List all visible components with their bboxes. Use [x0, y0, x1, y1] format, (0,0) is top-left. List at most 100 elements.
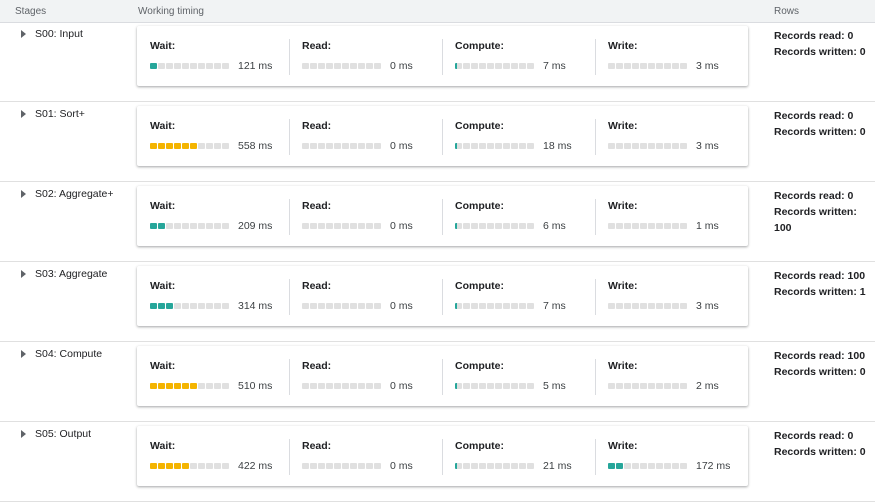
- progress-segment: [471, 383, 478, 389]
- progress-segment: [664, 143, 671, 149]
- progress-segment: [182, 463, 189, 469]
- progress-segment: [503, 63, 510, 69]
- metric-value: 0 ms: [390, 60, 413, 72]
- stage-expand-toggle[interactable]: S01: Sort+: [21, 108, 85, 120]
- stage-name: S04: Compute: [35, 348, 103, 360]
- metric-value: 510 ms: [238, 380, 273, 392]
- progress-bar: [150, 303, 229, 309]
- progress-segment: [479, 63, 486, 69]
- metric-value: 2 ms: [696, 380, 719, 392]
- progress-segment: [166, 223, 173, 229]
- progress-bar: [455, 223, 534, 229]
- progress-segment: [366, 143, 373, 149]
- stage-expand-toggle[interactable]: S04: Compute: [21, 348, 102, 360]
- progress-segment: [334, 463, 341, 469]
- progress-segment: [206, 223, 213, 229]
- progress-segment: [150, 143, 157, 149]
- progress-segment: [664, 63, 671, 69]
- metric-label: Compute:: [455, 440, 504, 452]
- progress-bar: [150, 63, 229, 69]
- progress-segment: [166, 63, 173, 69]
- progress-segment: [326, 463, 333, 469]
- timing-metric: Write: 3 ms: [595, 106, 747, 166]
- progress-segment: [190, 383, 197, 389]
- progress-bar: [455, 63, 534, 69]
- stage-expand-toggle[interactable]: S05: Output: [21, 428, 91, 440]
- progress-segment: [455, 303, 462, 309]
- metric-value: 3 ms: [696, 140, 719, 152]
- stages-column-header: Stages: [15, 6, 47, 17]
- progress-segment: [214, 223, 221, 229]
- stage-expand-toggle[interactable]: S02: Aggregate+: [21, 188, 114, 200]
- metric-label: Read:: [302, 40, 332, 52]
- metric-value: 172 ms: [696, 460, 731, 472]
- metric-label: Write:: [608, 40, 638, 52]
- progress-bar: [302, 303, 381, 309]
- timing-card: Wait: 510 ms Read: 0 ms Compute: 5 ms Write: 2 …: [137, 346, 748, 406]
- metric-label: Read:: [302, 200, 332, 212]
- progress-segment: [664, 383, 671, 389]
- metric-label: Write:: [608, 360, 638, 372]
- progress-segment: [166, 463, 173, 469]
- progress-segment: [158, 383, 165, 389]
- timing-metric: Write: 1 ms: [595, 186, 747, 246]
- progress-segment: [487, 63, 494, 69]
- stage-row: S02: Aggregate+ Wait: 209 ms Read: 0 ms Compu…: [0, 183, 875, 262]
- progress-segment: [214, 463, 221, 469]
- progress-segment: [632, 303, 639, 309]
- progress-segment: [318, 383, 325, 389]
- progress-segment: [374, 383, 381, 389]
- progress-segment: [158, 463, 165, 469]
- records-read: Records read: 0: [774, 190, 854, 202]
- progress-segment: [511, 63, 518, 69]
- progress-bar: [608, 63, 687, 69]
- progress-segment: [640, 303, 647, 309]
- metric-value: 209 ms: [238, 220, 273, 232]
- stage-expand-toggle[interactable]: S03: Aggregate: [21, 268, 107, 280]
- caret-right-icon: [21, 110, 26, 118]
- progress-segment: [150, 223, 157, 229]
- progress-bar: [455, 303, 534, 309]
- progress-segment: [479, 143, 486, 149]
- progress-bar: [150, 383, 229, 389]
- progress-segment: [302, 383, 309, 389]
- progress-segment: [519, 463, 526, 469]
- timing-card: Wait: 422 ms Read: 0 ms Compute: 21 ms Write: 1…: [137, 426, 748, 486]
- timing-metric: Read: 0 ms: [289, 426, 441, 486]
- progress-segment: [214, 383, 221, 389]
- stage-row: S01: Sort+ Wait: 558 ms Read: 0 ms Compute: 18…: [0, 103, 875, 182]
- stage-row: S05: Output Wait: 422 ms Read: 0 ms Compute: 2…: [0, 423, 875, 502]
- timing-metric: Wait: 209 ms: [137, 186, 289, 246]
- progress-bar: [150, 143, 229, 149]
- progress-segment: [326, 143, 333, 149]
- progress-segment: [495, 303, 502, 309]
- timing-card: Wait: 209 ms Read: 0 ms Compute: 6 ms Write: 1 …: [137, 186, 748, 246]
- progress-segment: [656, 383, 663, 389]
- progress-segment: [616, 463, 623, 469]
- progress-segment: [190, 303, 197, 309]
- progress-segment: [680, 463, 687, 469]
- metric-label: Write:: [608, 200, 638, 212]
- progress-segment: [487, 303, 494, 309]
- progress-segment: [222, 223, 229, 229]
- progress-segment: [174, 463, 181, 469]
- metric-label: Wait:: [150, 200, 176, 212]
- progress-segment: [624, 463, 631, 469]
- progress-bar: [302, 463, 381, 469]
- progress-segment: [350, 143, 357, 149]
- records-written: Records written: 0: [774, 126, 866, 138]
- stage-expand-toggle[interactable]: S00: Input: [21, 28, 83, 40]
- progress-segment: [640, 143, 647, 149]
- metric-value: 7 ms: [543, 300, 566, 312]
- metric-label: Compute:: [455, 360, 504, 372]
- progress-segment: [527, 383, 534, 389]
- timing-metric: Write: 172 ms: [595, 426, 747, 486]
- progress-segment: [471, 143, 478, 149]
- progress-segment: [190, 223, 197, 229]
- metric-value: 0 ms: [390, 460, 413, 472]
- progress-segment: [511, 223, 518, 229]
- progress-segment: [198, 303, 205, 309]
- progress-segment: [656, 463, 663, 469]
- progress-segment: [632, 223, 639, 229]
- progress-segment: [463, 143, 470, 149]
